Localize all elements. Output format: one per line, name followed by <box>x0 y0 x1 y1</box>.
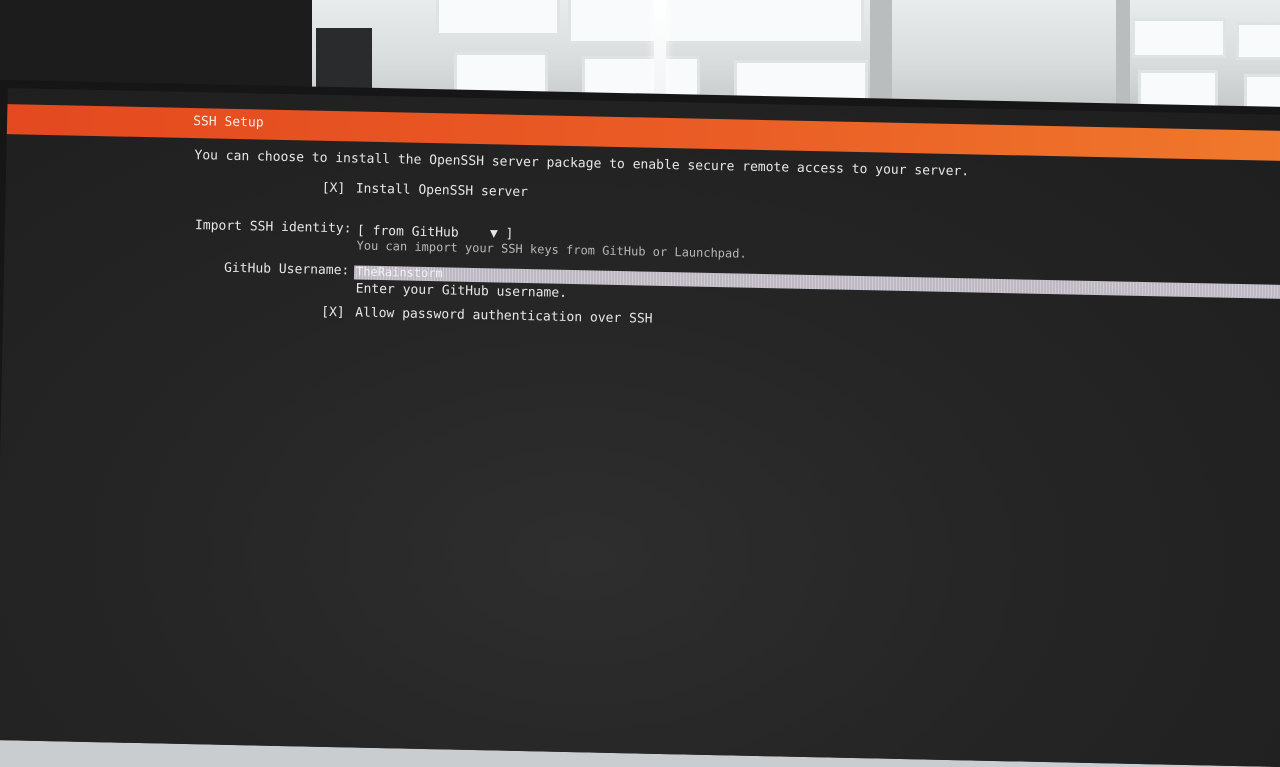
page-title: SSH Setup <box>193 114 264 131</box>
background-monitor-stand <box>316 28 372 92</box>
room-window <box>1236 22 1280 60</box>
import-identity-label: Import SSH identity: <box>194 218 352 237</box>
room-window <box>1132 18 1226 58</box>
room-window <box>568 0 864 44</box>
room-window <box>436 0 560 36</box>
github-username-help: Enter your GitHub username. <box>355 281 568 301</box>
github-username-value: TheRainstorm <box>355 264 443 281</box>
installer-screen: SSH Setup You can choose to install the … <box>0 88 1280 767</box>
ceiling-light <box>654 0 666 95</box>
allow-password-checkbox[interactable]: [X] <box>321 305 345 320</box>
monitor-bezel: SSH Setup You can choose to install the … <box>0 80 1280 767</box>
install-openssh-checkbox[interactable]: [X] <box>322 181 346 196</box>
background-monitor <box>0 0 312 92</box>
room-pillar <box>870 0 892 110</box>
allow-password-label: Allow password authentication over SSH <box>355 305 653 327</box>
room-window <box>1244 74 1280 110</box>
import-identity-help: You can import your SSH keys from GitHub… <box>356 238 747 261</box>
github-username-label: GitHub Username: <box>223 260 350 279</box>
intro-text: You can choose to install the OpenSSH se… <box>194 148 970 180</box>
room-pillar <box>1116 0 1130 110</box>
install-openssh-label: Install OpenSSH server <box>355 181 529 201</box>
